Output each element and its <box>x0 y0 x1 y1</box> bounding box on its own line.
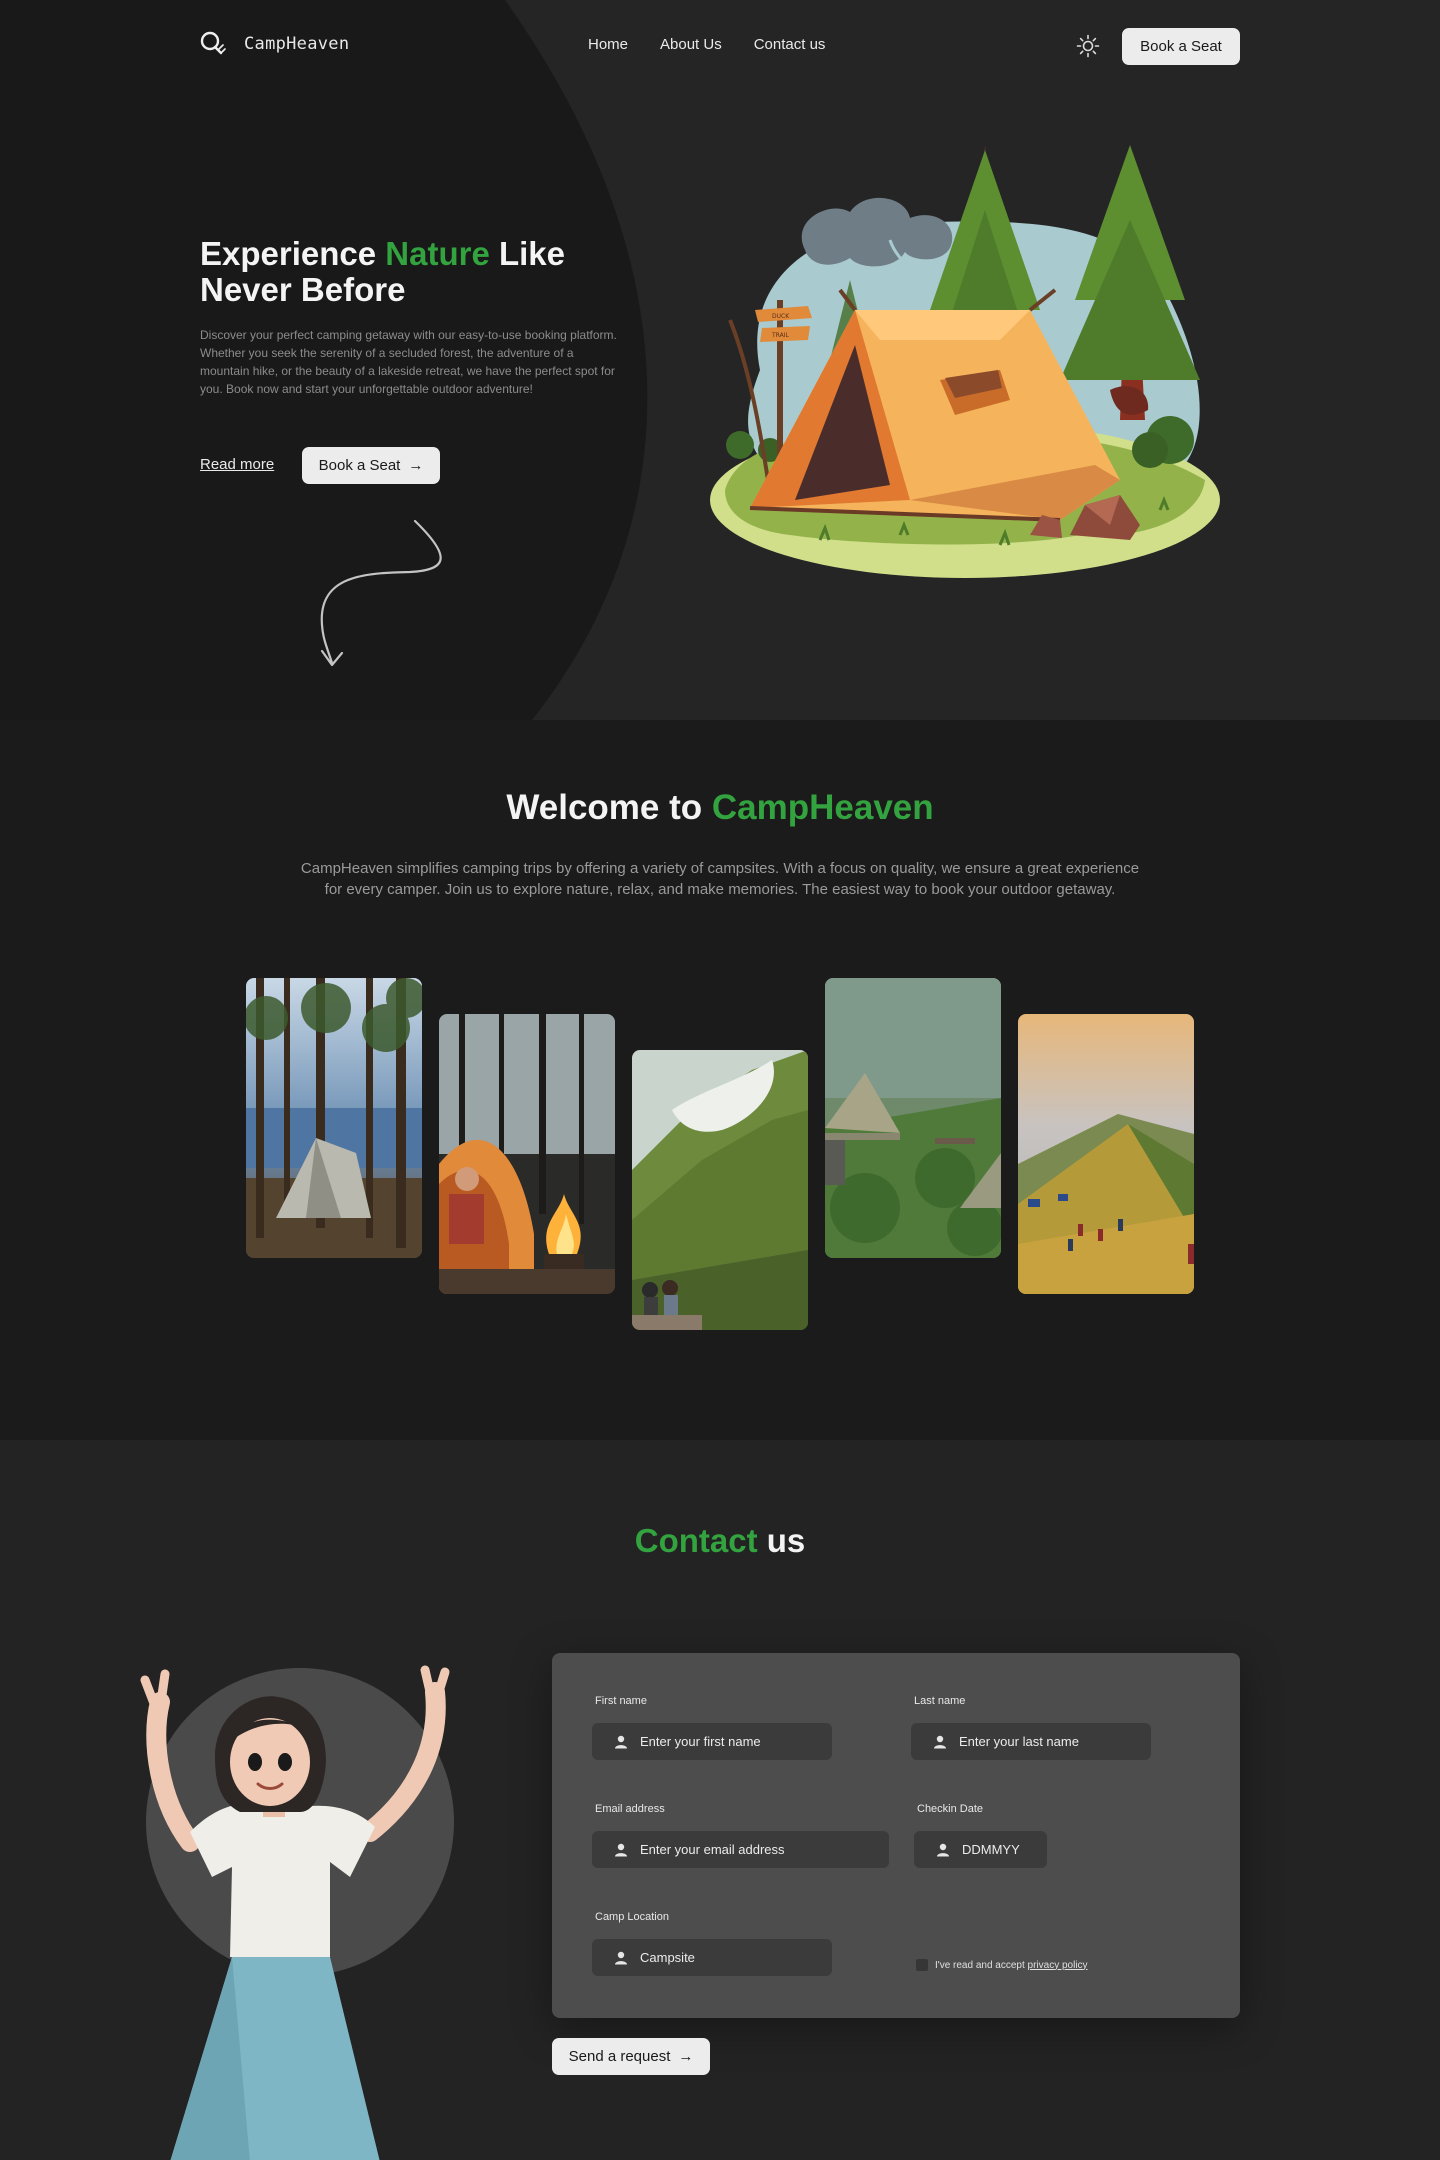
first-name-label: First name <box>595 1695 647 1707</box>
ridge-hikers-image <box>1018 1014 1194 1294</box>
send-request-button[interactable]: Send a request → <box>552 2038 710 2075</box>
contact-title-highlight: Contact <box>634 1522 758 1559</box>
first-name-placeholder: Enter your first name <box>640 1734 761 1749</box>
read-more-link[interactable]: Read more <box>200 456 274 473</box>
email-label: Email address <box>595 1803 665 1815</box>
sun-icon[interactable] <box>1076 34 1100 58</box>
hero-title: Experience Nature Like Never Before <box>200 236 620 308</box>
welcome-section: Welcome to CampHeaven CampHeaven simplif… <box>0 720 1440 1440</box>
brand-logo[interactable]: CampHeaven <box>200 30 349 58</box>
camp-location-label: Camp Location <box>595 1911 669 1923</box>
email-placeholder: Enter your email address <box>640 1842 785 1857</box>
mountain-view-image <box>632 1050 808 1330</box>
checkin-date-label: Checkin Date <box>917 1803 984 1815</box>
arrow-right-icon: → <box>408 457 424 474</box>
gallery-photo-campfire[interactable] <box>439 1014 615 1294</box>
privacy-consent: I've read and accept privacy policy <box>916 1959 1088 1971</box>
top-navbar: CampHeaven Home About Us Contact us Book… <box>0 0 1440 92</box>
camp-location-field[interactable]: Campsite <box>592 1939 832 1976</box>
user-icon <box>937 1843 949 1856</box>
contact-title: Contact us <box>0 1522 1440 1560</box>
user-icon <box>615 1843 627 1856</box>
privacy-consent-text: I've read and accept privacy policy <box>935 1960 1088 1971</box>
gallery-photo-ridge-hikers[interactable] <box>1018 1014 1194 1294</box>
nav-book-seat-label: Book a Seat <box>1140 38 1222 55</box>
sign-text-top: DUCK <box>772 313 790 320</box>
gallery-photo-forest-tent[interactable] <box>246 978 422 1258</box>
nav-book-seat-button[interactable]: Book a Seat <box>1122 28 1240 65</box>
send-request-label: Send a request <box>568 2048 671 2065</box>
privacy-consent-label: I've read and accept <box>935 1959 1028 1971</box>
hero-title-highlight: Nature <box>385 235 490 272</box>
contact-title-part2: us <box>757 1522 806 1559</box>
welcome-title-part1: Welcome to <box>506 788 712 827</box>
nav-link-home[interactable]: Home <box>588 36 628 53</box>
nav-link-about[interactable]: About Us <box>660 36 722 53</box>
camping-tent-illustration: DUCK TRAIL <box>710 145 1220 578</box>
campsite-tents-image <box>825 978 1001 1258</box>
contact-section: Contact us First name Enter your first n… <box>0 1440 1440 2160</box>
cheerful-girl-illustration <box>140 1665 454 2160</box>
brand-name: CampHeaven <box>244 34 350 54</box>
user-icon <box>934 1735 946 1748</box>
hero-description: Discover your perfect camping getaway wi… <box>200 328 617 396</box>
search-icon <box>200 31 226 55</box>
welcome-description: CampHeaven simplifies camping trips by o… <box>300 860 1140 898</box>
last-name-field[interactable]: Enter your last name <box>911 1723 1151 1760</box>
last-name-label: Last name <box>914 1695 966 1707</box>
welcome-title-highlight: CampHeaven <box>711 788 934 827</box>
checkin-date-field[interactable]: DDMMYY <box>914 1831 1047 1868</box>
privacy-policy-link[interactable]: privacy policy <box>1028 1960 1088 1971</box>
hero-book-seat-label: Book a Seat <box>318 457 401 474</box>
nav-link-contact[interactable]: Contact us <box>754 36 826 53</box>
user-icon <box>615 1951 627 1964</box>
hero-book-seat-button[interactable]: Book a Seat → <box>302 447 440 484</box>
sign-text-bottom: TRAIL <box>771 332 789 339</box>
arrow-right-icon: → <box>678 2048 694 2065</box>
gallery-photo-mountain-view[interactable] <box>632 1050 808 1330</box>
email-field[interactable]: Enter your email address <box>592 1831 889 1868</box>
campfire-image <box>439 1014 615 1294</box>
gallery-photo-campsite-tents[interactable] <box>825 978 1001 1258</box>
user-icon <box>615 1735 627 1748</box>
hero-title-part1: Experience <box>200 235 386 272</box>
curly-arrow-icon <box>320 519 442 667</box>
camp-location-placeholder: Campsite <box>640 1950 695 1965</box>
first-name-field[interactable]: Enter your first name <box>592 1723 832 1760</box>
last-name-placeholder: Enter your last name <box>959 1734 1079 1749</box>
booking-form: First name Enter your first name Last na… <box>552 1653 1240 2018</box>
welcome-title: Welcome to CampHeaven <box>0 788 1440 828</box>
nav-links: Home About Us Contact us <box>588 36 825 53</box>
forest-tent-image <box>246 978 422 1258</box>
privacy-checkbox[interactable] <box>916 1959 928 1971</box>
hero-section: CampHeaven Home About Us Contact us Book… <box>0 0 1440 720</box>
checkin-date-placeholder: DDMMYY <box>962 1842 1020 1857</box>
